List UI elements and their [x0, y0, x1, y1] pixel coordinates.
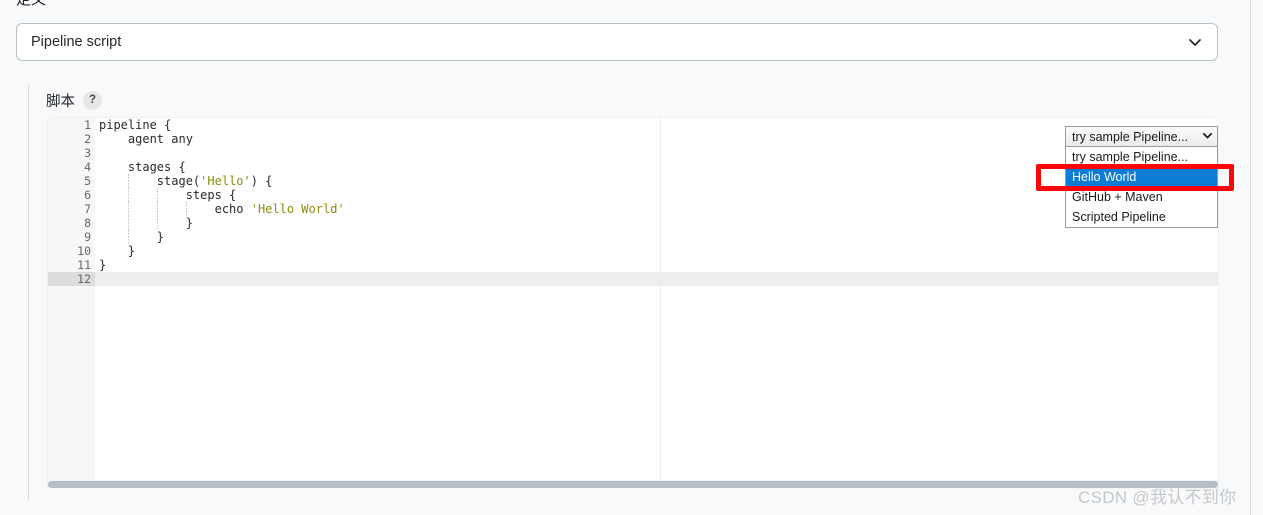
gutter-line: 11 [48, 258, 95, 272]
gutter-line: 6▾ [48, 188, 102, 202]
script-label-row: 脚本 ? [46, 90, 102, 111]
indent-guide [127, 174, 129, 188]
chevron-down-icon [1187, 34, 1203, 50]
line-number: 9 [84, 230, 91, 244]
code-text: agent any [99, 132, 193, 146]
sample-pipeline-select[interactable]: try sample Pipeline... [1065, 126, 1218, 147]
editor-gutter: 1▾234▾5▾6▾789101112 [48, 118, 102, 487]
code-line: } [95, 244, 1218, 258]
indent-guide [127, 188, 129, 202]
gutter-line: 8 [48, 216, 95, 230]
code-text: } [99, 216, 193, 230]
code-text: } [99, 258, 107, 272]
gutter-line: 3 [48, 146, 95, 160]
line-number: 12 [77, 272, 91, 286]
indent-guide [127, 216, 129, 230]
sample-pipeline-select-value: try sample Pipeline... [1072, 129, 1189, 144]
code-text: } [99, 230, 165, 244]
sample-pipeline-option[interactable]: Scripted Pipeline [1066, 207, 1217, 227]
code-line: } [95, 258, 1218, 272]
gutter-line: 9 [48, 230, 95, 244]
gutter-line: 4▾ [48, 160, 102, 174]
line-number: 4 [84, 160, 91, 174]
code-line: } [95, 216, 1218, 230]
line-number: 1 [84, 118, 91, 132]
horizontal-scrollbar-thumb[interactable] [48, 481, 1218, 488]
horizontal-scrollbar[interactable] [48, 480, 1218, 489]
gutter-line: 12 [48, 272, 95, 286]
code-text: } [99, 244, 136, 258]
code-string: 'Hello' [200, 174, 251, 188]
code-text: stages { [99, 160, 186, 174]
code-text: pipeline { [99, 118, 172, 132]
line-number: 10 [77, 244, 91, 258]
code-line [95, 272, 1218, 286]
code-text: steps { [99, 188, 237, 202]
script-label: 脚本 [46, 94, 75, 110]
code-line: pipeline { [95, 118, 1218, 132]
indent-guide [156, 202, 158, 216]
line-number: 2 [84, 132, 91, 146]
gutter-line: 2 [48, 132, 95, 146]
gutter-line: 10 [48, 244, 95, 258]
subsection-guide-line [28, 85, 29, 500]
line-number: 3 [84, 146, 91, 160]
code-text: ) { [250, 174, 273, 188]
indent-guide [156, 216, 158, 230]
code-string: 'Hello World' [250, 202, 345, 216]
line-number: 11 [77, 258, 91, 272]
section-heading-definition: 定义 [16, 0, 46, 9]
gutter-line: 5▾ [48, 174, 102, 188]
line-number: 7 [84, 202, 91, 216]
indent-guide [185, 202, 187, 216]
gutter-line: 7 [48, 202, 95, 216]
gutter-line: 1▾ [48, 118, 102, 132]
definition-select-value: Pipeline script [31, 34, 122, 50]
code-line: agent any [95, 132, 1218, 146]
watermark: CSDN @我认不到你 [1078, 488, 1237, 507]
chevron-down-icon [1202, 130, 1213, 144]
indent-guide [127, 230, 129, 244]
code-line: } [95, 230, 1218, 244]
indent-guide [156, 188, 158, 202]
code-text: stage( [99, 174, 201, 188]
line-number: 8 [84, 216, 91, 230]
code-text: echo [99, 202, 251, 216]
line-number: 6 [84, 188, 91, 202]
indent-guide [127, 202, 129, 216]
definition-select[interactable]: Pipeline script [16, 23, 1218, 61]
line-number: 5 [84, 174, 91, 188]
annotation-highlight-box [1036, 164, 1234, 191]
help-icon[interactable]: ? [83, 91, 102, 110]
code-line: echo 'Hello World' [95, 202, 1218, 216]
page-right-edge [1250, 0, 1251, 515]
